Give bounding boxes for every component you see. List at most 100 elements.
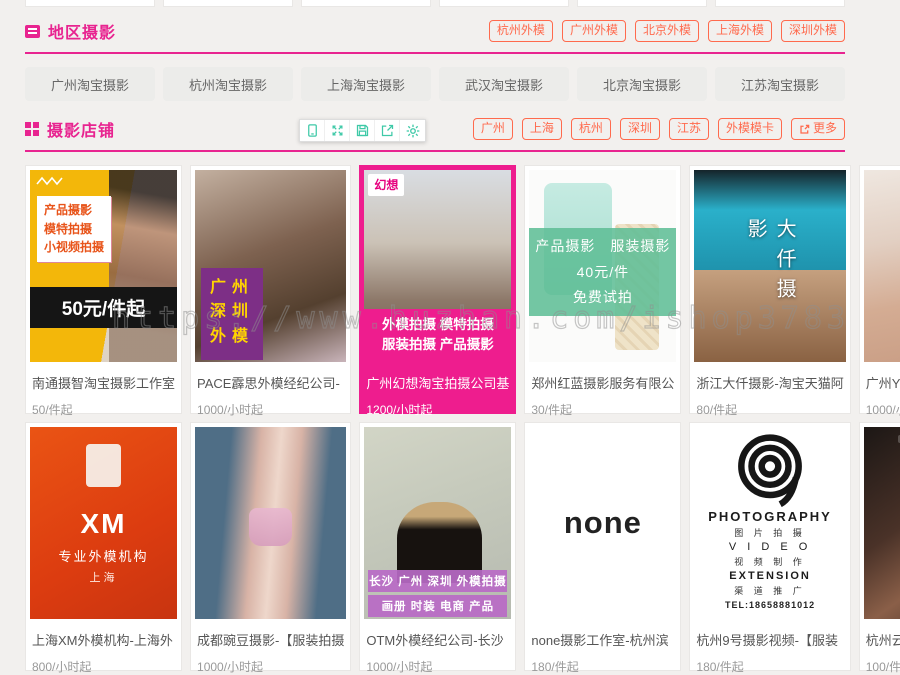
external-link-icon (800, 124, 810, 134)
shop-title: PACE霹思外模经纪公司- (197, 376, 340, 391)
device-icon[interactable] (300, 120, 325, 141)
shop-card-image: none (529, 427, 677, 619)
tag-jiangsu[interactable]: 江苏 (668, 118, 709, 140)
shop-card-image (863, 170, 900, 362)
city-photography-buttons: 广州淘宝摄影 杭州淘宝摄影 上海淘宝摄影 武汉淘宝摄影 北京淘宝摄影 江苏淘宝摄… (25, 67, 845, 101)
image-city-badge: 广州 深圳 外模 (201, 267, 264, 360)
tag-beijing-waimo[interactable]: 北京外模 (634, 20, 699, 42)
button-jiangsu-taobao[interactable]: 江苏淘宝摄影 (715, 67, 845, 101)
card-bottom-strip (25, 0, 155, 7)
tag-guangzhou-waimo[interactable]: 广州外模 (561, 20, 626, 42)
save-icon[interactable] (350, 120, 375, 141)
shop-card-image: PHOTOGRAPHY 图 片 拍 摄 V I D E O 视 频 制 作 EX… (694, 427, 846, 619)
huanxiang-logo: 幻想 (368, 174, 405, 196)
button-wuhan-taobao[interactable]: 武汉淘宝摄影 (439, 67, 569, 101)
shop-price: 800/小时起 (32, 660, 92, 674)
grid-icon (25, 122, 39, 136)
share-icon[interactable] (375, 120, 400, 141)
shop-card-image: 广州 深圳 外模 (195, 170, 347, 362)
nine-spiral-logo (738, 434, 802, 507)
card-bottom-strip (577, 0, 707, 7)
list-icon (25, 24, 40, 38)
shop-card-image: XM 专业外模机构 上海 (30, 427, 178, 619)
shop-title: 广州幻想淘宝拍摄公司基 (366, 376, 510, 391)
image-service-banner: 外模拍摄 模特拍摄 服装拍摄 产品摄影 (364, 308, 512, 362)
shop-card-otm[interactable]: 长沙 广州 深圳 外模拍摄 画册 时装 电商 产品 OTM外模经纪公司-长沙 1… (359, 422, 517, 674)
button-hangzhou-taobao[interactable]: 杭州淘宝摄影 (163, 67, 293, 101)
image-vertical-watermark: 大仟摄影 (744, 218, 796, 308)
shop-price: 180/件起 (531, 660, 579, 674)
selection-toolbar (299, 119, 426, 142)
shop-price: 1200/小时起 (366, 403, 433, 417)
button-guangzhou-taobao[interactable]: 广州淘宝摄影 (25, 67, 155, 101)
shop-price: 100/件起 (865, 660, 900, 674)
shop-card-guangzhou-yf[interactable]: 广州YF外模经纪公司-【服 1000/小时起 (858, 165, 900, 417)
shop-price: 1000/小时起 (366, 660, 433, 674)
shop-card-nantong-shezhi[interactable]: 产品摄影 模特拍摄 小视频拍摄 50元/件起 南通摄智淘宝摄影工作室 50/件起 (25, 165, 183, 417)
card-bottom-strip (439, 0, 569, 7)
tag-waimo-moka[interactable]: 外模模卡 (717, 118, 782, 140)
shop-price: 50/件起 (32, 403, 73, 417)
tag-hangzhou[interactable]: 杭州 (570, 118, 611, 140)
tag-shenzhen-waimo[interactable]: 深圳外模 (780, 20, 845, 42)
shop-card-image: 幻想 外模拍摄 模特拍摄 服装拍摄 产品摄影 (364, 170, 512, 362)
shop-card-image (195, 427, 347, 619)
shop-price: 1000/小时起 (197, 403, 264, 417)
button-shanghai-taobao[interactable]: 上海淘宝摄影 (301, 67, 431, 101)
image-service-banners: 长沙 广州 深圳 外模拍摄 画册 时装 电商 产品 (364, 567, 511, 617)
tag-hangzhou-waimo[interactable]: 杭州外模 (488, 20, 553, 42)
expand-icon[interactable] (325, 120, 350, 141)
region-section-title: 地区摄影 (48, 25, 117, 42)
shop-price: 1000/小时起 (197, 660, 264, 674)
shop-price: 30/件起 (531, 403, 573, 417)
shop-title: 上海XM外模机构-上海外 (32, 633, 173, 648)
model-figure (85, 444, 122, 487)
tag-guangzhou[interactable]: 广州 (472, 118, 513, 140)
image-price-banner: 50元/件起 (30, 287, 178, 329)
card-bottom-strip (715, 0, 845, 7)
shop-section-header: 摄影店铺 广州 上海 杭州 深圳 江苏 外模模卡 更多 (25, 105, 845, 152)
region-section-header: 地区摄影 杭州外模 广州外模 北京外模 上海外模 深圳外模 (25, 7, 845, 54)
shop-price: 1000/小时起 (865, 403, 900, 417)
shop-card-image: 产品摄影 服装摄影 40元/件 免费试拍 (529, 170, 677, 362)
none-logo-text: none (563, 505, 642, 540)
image-offer-band: 产品摄影 服装摄影 40元/件 免费试拍 (529, 227, 677, 316)
shop-card-image: 长沙 广州 深圳 外模拍摄 画册 时装 电商 产品 (364, 427, 512, 619)
card-bottom-strip (301, 0, 431, 7)
tag-shanghai[interactable]: 上海 (521, 118, 562, 140)
tag-shanghai-waimo[interactable]: 上海外模 (707, 20, 772, 42)
shop-title: 浙江大仟摄影-淘宝天猫阿 (696, 376, 844, 391)
zigzag-decoration (36, 176, 63, 186)
shop-card-zhejiang-daqian[interactable]: 大仟摄影 浙江大仟摄影-淘宝天猫阿 80/件起 (689, 165, 851, 417)
shop-price: 180/件起 (696, 660, 744, 674)
tag-shenzhen[interactable]: 深圳 (619, 118, 660, 140)
button-beijing-taobao[interactable]: 北京淘宝摄影 (577, 67, 707, 101)
shop-card-guangzhou-huanxiang-selected[interactable]: 幻想 外模拍摄 模特拍摄 服装拍摄 产品摄影 广州幻想淘宝拍摄公司基 1200/… (359, 165, 517, 417)
shop-title: 杭州云视觉摄影工作室-杭 (865, 633, 900, 648)
shop-title: 广州YF外模经纪公司-【服 (865, 376, 900, 391)
image-text-block: 产品摄影 模特拍摄 小视频拍摄 (37, 196, 112, 262)
shop-section-title: 摄影店铺 (47, 123, 116, 140)
shop-card-shanghai-xm[interactable]: XM 专业外模机构 上海 上海XM外模机构-上海外 800/小时起 (25, 422, 183, 674)
more-link[interactable]: 更多 (790, 118, 845, 140)
shop-title: 郑州红蓝摄影服务有限公 (531, 376, 675, 391)
shop-title: 南通摄智淘宝摄影工作室 (32, 376, 176, 391)
xm-logo-text: XM (80, 507, 127, 539)
shop-card-hangzhou-9[interactable]: PHOTOGRAPHY 图 片 拍 摄 V I D E O 视 频 制 作 EX… (689, 422, 851, 674)
shop-card-zhengzhou-honglan[interactable]: 产品摄影 服装摄影 40元/件 免费试拍 郑州红蓝摄影服务有限公 30/件起 (524, 165, 682, 417)
shop-card-image (863, 427, 900, 619)
shop-title: 成都豌豆摄影-【服装拍摄 (197, 633, 345, 648)
gear-icon[interactable] (400, 120, 425, 141)
shop-card-image: 产品摄影 模特拍摄 小视频拍摄 50元/件起 (30, 170, 178, 362)
shop-card-hangzhou-yunshijue[interactable]: 杭州云视觉摄影工作室-杭 100/件起 (858, 422, 900, 674)
shop-card-chengdu-wandou[interactable]: 成都豌豆摄影-【服装拍摄 1000/小时起 (190, 422, 352, 674)
shop-card-image: 大仟摄影 (694, 170, 846, 362)
shop-title: none摄影工作室-杭州滨 (531, 633, 669, 648)
card-bottom-strip (163, 0, 293, 7)
shop-card-pace[interactable]: 广州 深圳 外模 PACE霹思外模经纪公司- 1000/小时起 (190, 165, 352, 417)
shop-title: 杭州9号摄影视频-【服装 (696, 633, 838, 648)
shop-card-grid: 产品摄影 模特拍摄 小视频拍摄 50元/件起 南通摄智淘宝摄影工作室 50/件起… (25, 165, 900, 674)
shop-title: OTM外模经纪公司-长沙 (366, 633, 504, 648)
shop-card-none-studio[interactable]: none none摄影工作室-杭州滨 180/件起 (524, 422, 682, 674)
previous-row-card-bottoms (25, 0, 845, 7)
